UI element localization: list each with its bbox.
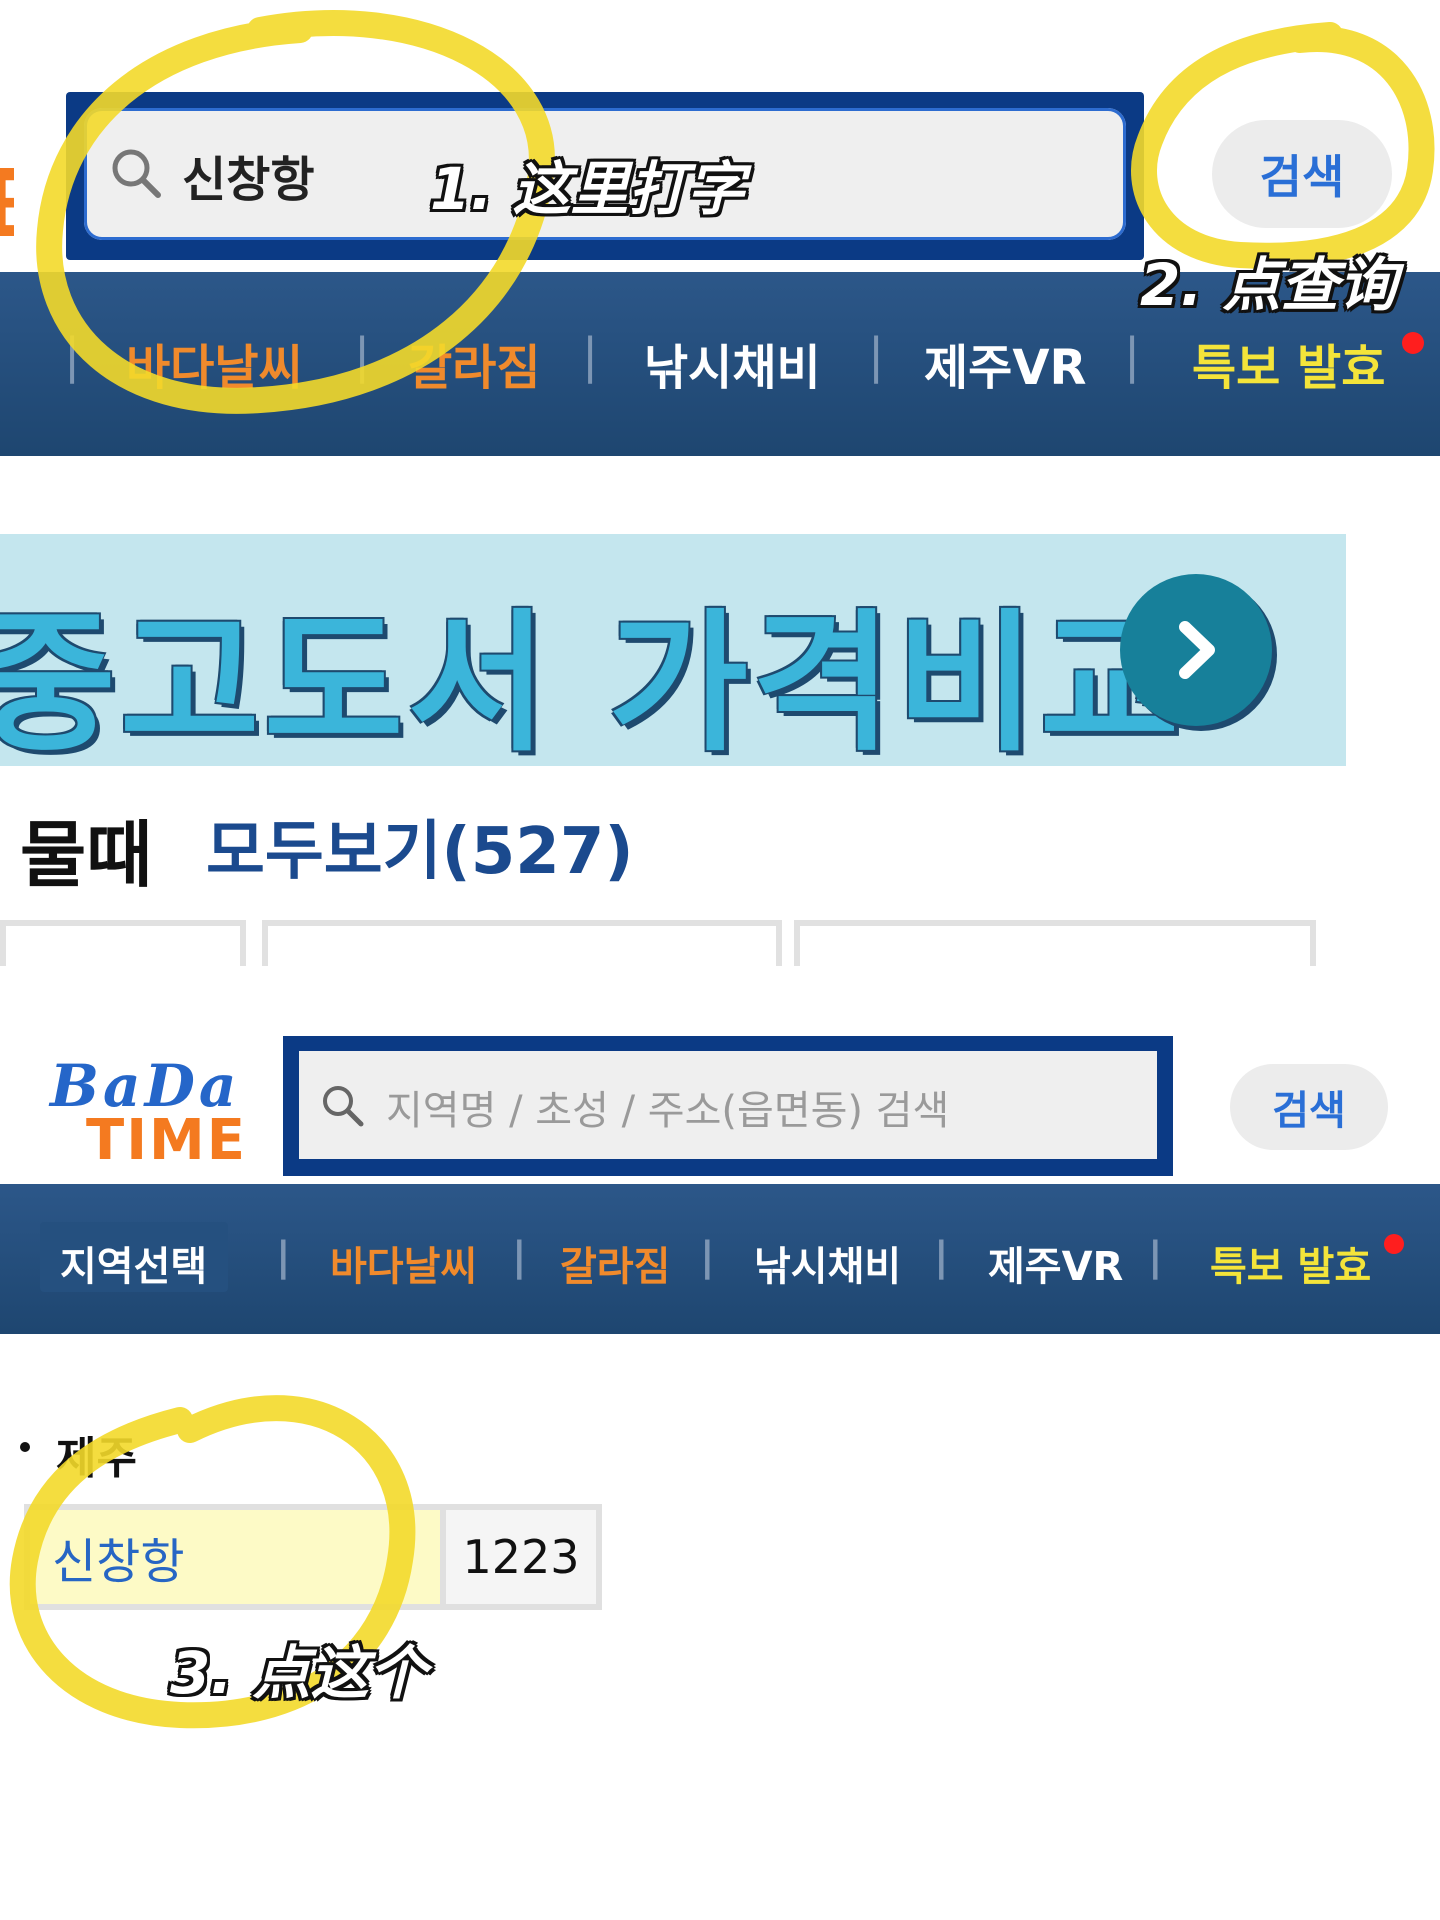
- nav-separator: |: [1148, 1234, 1163, 1280]
- search-icon: [323, 1086, 364, 1127]
- nav-item-split[interactable]: 갈라짐: [408, 328, 540, 398]
- nav-separator: |: [1124, 328, 1141, 384]
- chevron-right-icon[interactable]: [1120, 574, 1272, 726]
- nav-item-sea-weather[interactable]: 바다날씨: [330, 1234, 477, 1292]
- ad-banner-text: 중고도서 가격비교: [0, 595, 1184, 772]
- tide-view-all-link[interactable]: 모두보기(527): [206, 800, 634, 892]
- annotation-step3: 3. 点这个: [170, 1639, 427, 1707]
- nav-item-alert[interactable]: 특보 발효: [1192, 328, 1385, 398]
- nav-item-jeju-vr[interactable]: 제주VR: [988, 1234, 1123, 1292]
- logo-time[interactable]: TIME: [86, 1108, 247, 1173]
- region-select-label: 지역선택: [60, 1244, 208, 1290]
- result-item-code: 1223: [446, 1504, 602, 1610]
- nav-separator: |: [868, 328, 885, 384]
- tide-list-item[interactable]: [794, 920, 1316, 966]
- search-placeholder: 지역명 / 초성 / 주소(읍면동) 검색: [386, 1088, 950, 1134]
- nav-item-fishing-gear[interactable]: 낚시채비: [754, 1234, 901, 1292]
- search-input-value: 신창항: [182, 152, 315, 208]
- annotation-step1: 1. 这里打字: [430, 155, 745, 223]
- nav-separator: |: [700, 1234, 715, 1280]
- logo-fragment: [0, 168, 14, 236]
- tide-section-title: 물때: [20, 813, 153, 897]
- bullet-icon: [20, 1442, 30, 1452]
- region-title: 제주: [56, 1433, 137, 1484]
- alert-dot-icon: [1384, 1234, 1404, 1254]
- nav-separator: |: [934, 1234, 949, 1280]
- nav-item-sea-weather[interactable]: 바다날씨: [126, 328, 303, 398]
- nav-item-fishing-gear[interactable]: 낚시채비: [644, 328, 821, 398]
- nav-separator: |: [582, 328, 599, 384]
- alert-dot-icon: [1402, 332, 1424, 354]
- nav-separator: |: [276, 1234, 291, 1280]
- tide-list-item[interactable]: [262, 920, 782, 966]
- nav-item-alert[interactable]: 특보 발효: [1210, 1234, 1371, 1292]
- nav-separator: |: [64, 328, 81, 384]
- result-item-name[interactable]: 신창항: [24, 1504, 446, 1610]
- nav-item-split[interactable]: 갈라짐: [560, 1234, 670, 1292]
- annotation-step2: 2. 点查询: [1140, 251, 1397, 319]
- tide-list-item[interactable]: [0, 920, 246, 966]
- search-button[interactable]: 검색: [1230, 1064, 1388, 1150]
- nav-separator: |: [354, 328, 371, 384]
- nav-separator: |: [512, 1234, 527, 1280]
- nav-item-jeju-vr[interactable]: 제주VR: [924, 328, 1086, 398]
- search-icon: [112, 149, 161, 198]
- search-button[interactable]: 검색: [1212, 120, 1392, 228]
